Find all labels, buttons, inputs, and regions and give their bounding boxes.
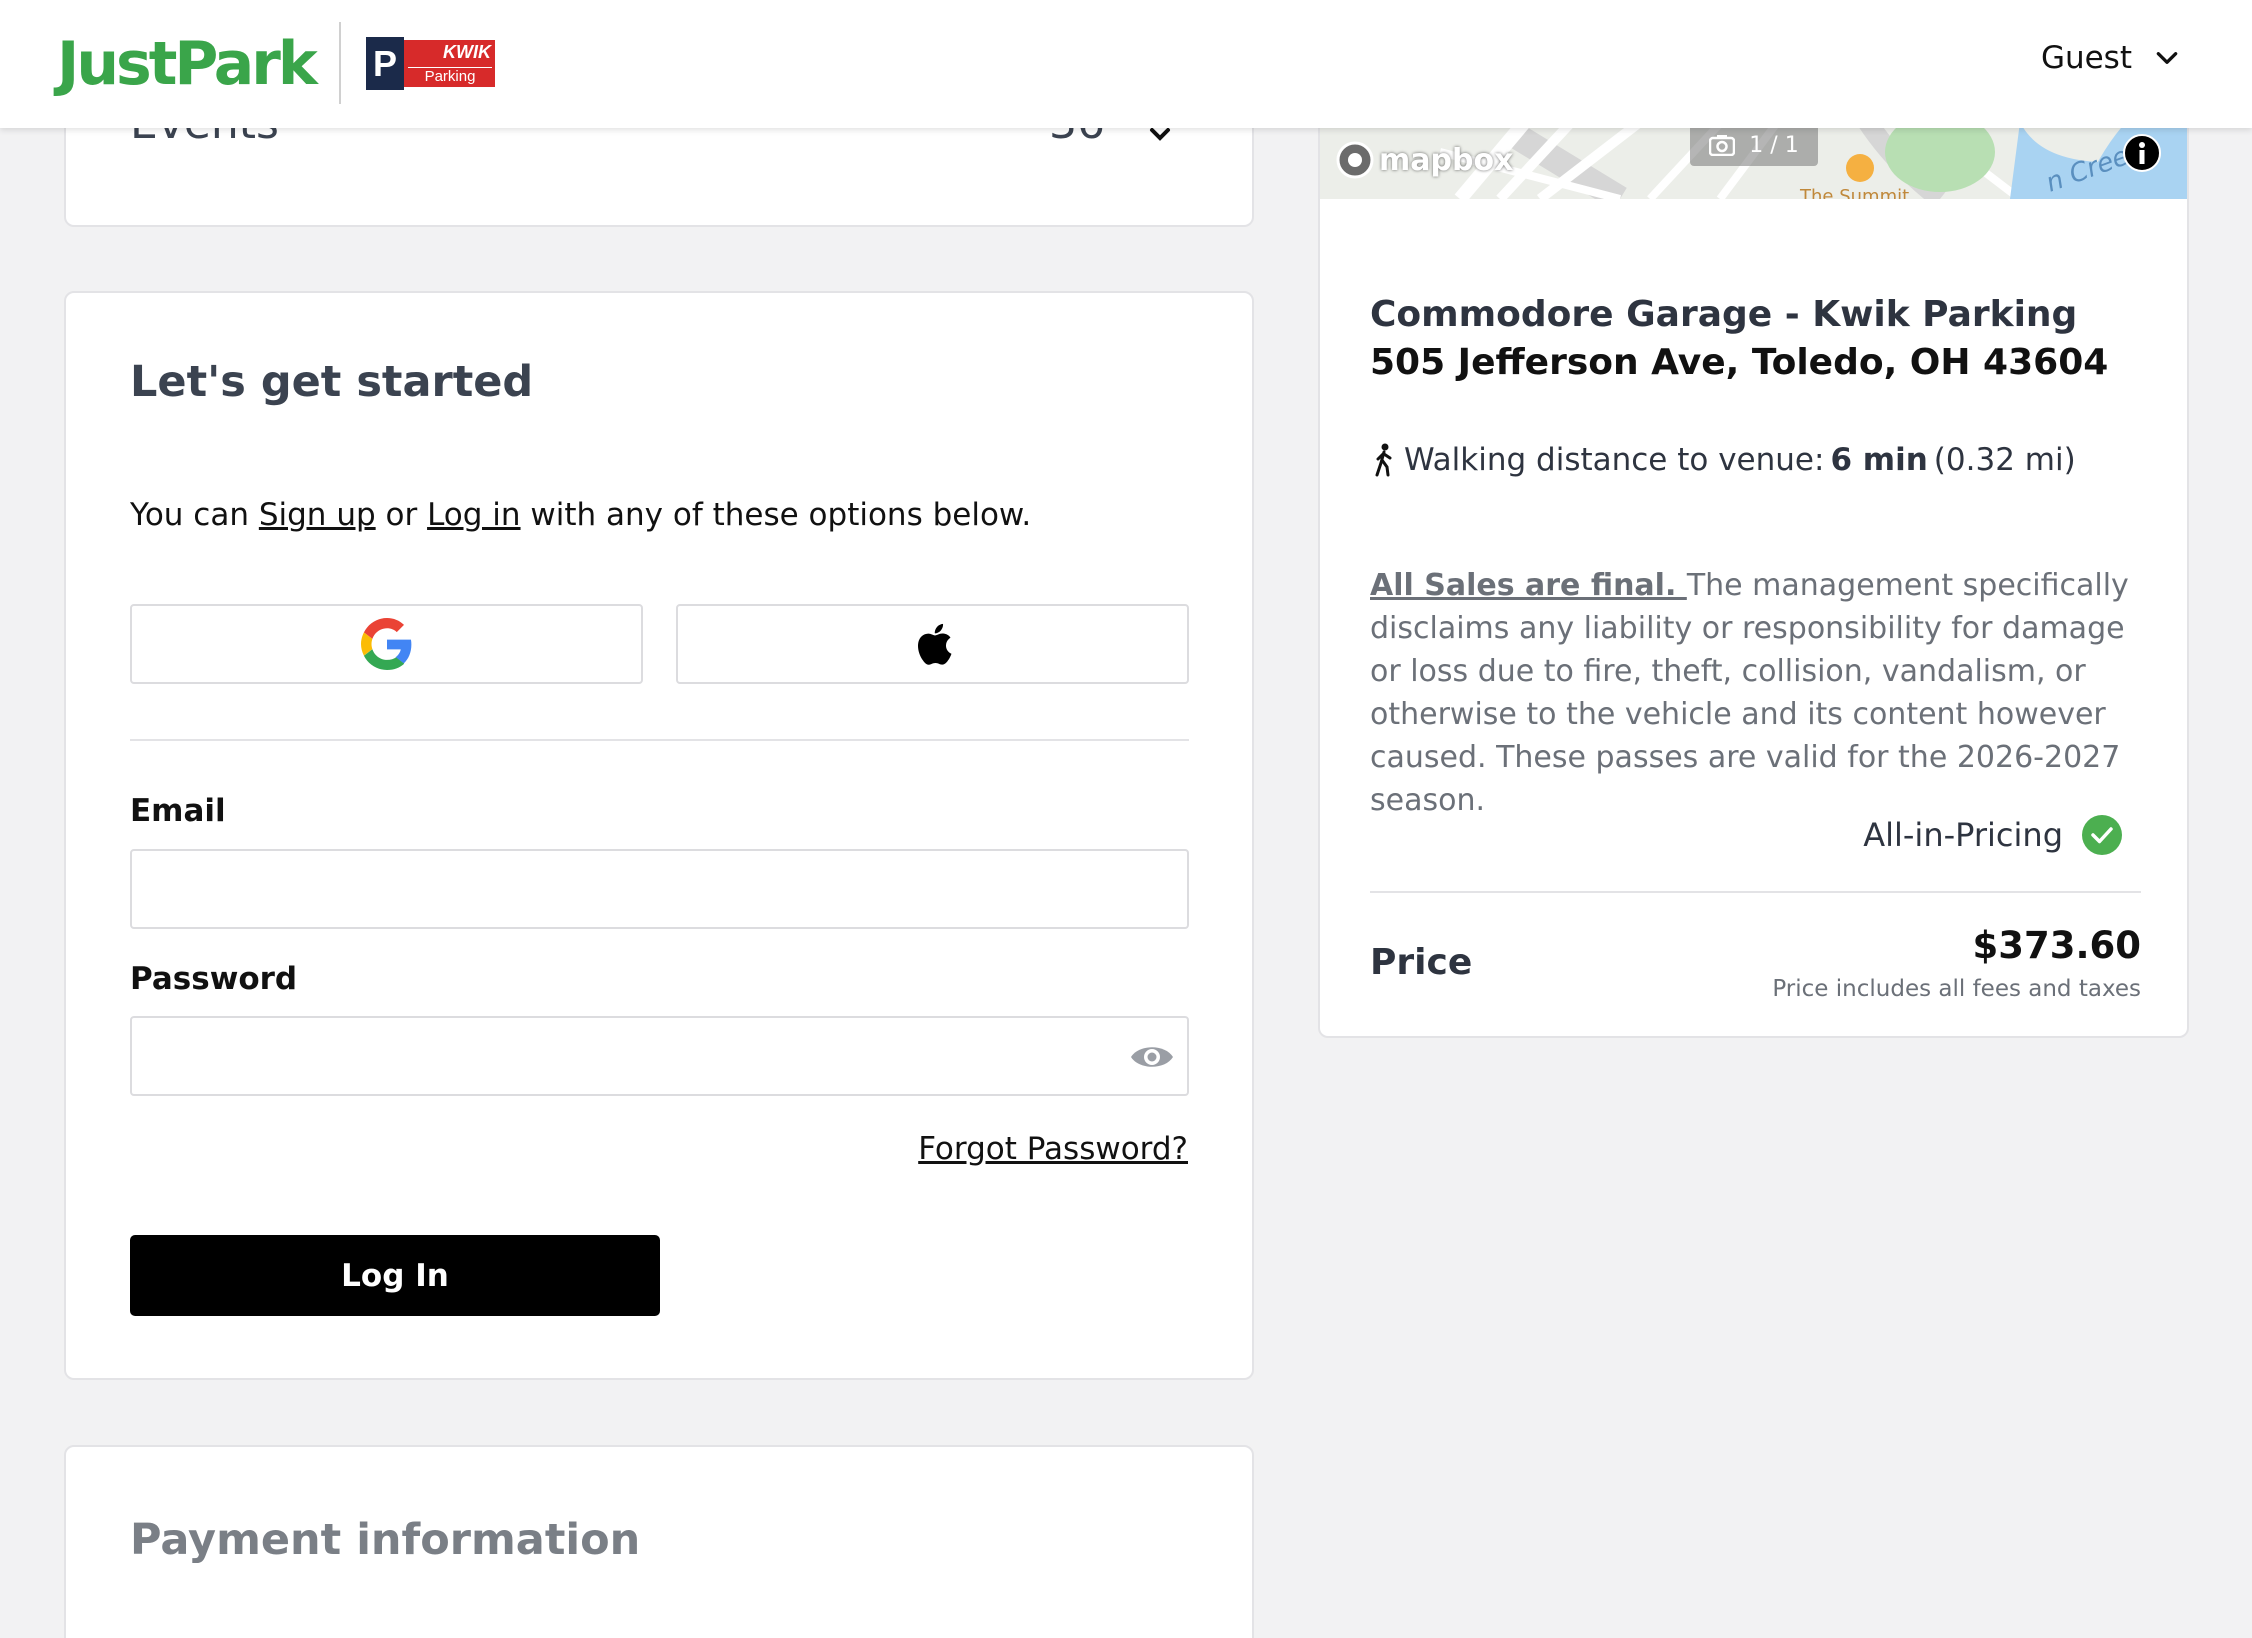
walking-distance: Walking distance to venue: 6 min (0.32 m… <box>1370 442 2076 478</box>
google-login-button[interactable] <box>130 604 643 684</box>
section-divider <box>130 739 1189 741</box>
apple-icon <box>917 623 951 665</box>
apple-login-button[interactable] <box>676 604 1189 684</box>
info-icon[interactable] <box>2123 134 2161 172</box>
garage-address: 505 Jefferson Ave, Toledo, OH 43604 <box>1370 342 2109 383</box>
camera-icon <box>1709 135 1736 156</box>
payment-card: Payment information <box>64 1445 1254 1638</box>
signup-link[interactable]: Sign up <box>259 497 376 533</box>
price-divider <box>1370 891 2141 893</box>
garage-name: Commodore Garage - Kwik Parking <box>1370 294 2078 335</box>
kwik-parking-logo: P KWIK Parking <box>366 37 498 90</box>
mapbox-icon <box>1336 141 1374 179</box>
eye-icon[interactable] <box>1129 1040 1175 1074</box>
mapbox-attribution[interactable]: mapbox <box>1335 140 1513 180</box>
all-in-pricing-label: All-in-Pricing <box>1863 816 2063 854</box>
login-title: Let's get started <box>130 357 534 407</box>
guest-label: Guest <box>2040 40 2132 76</box>
justpark-logo[interactable]: JustPark <box>57 26 318 102</box>
disclaimer-link[interactable]: All Sales are final. <box>1370 568 1687 603</box>
login-subtitle-rest: with any of these options below. <box>520 497 1032 533</box>
listing-card: n Creek The Summit 1 / 1 mapbox Commodor… <box>1318 60 2189 1038</box>
login-subtitle: You can Sign up or Log in with any of th… <box>130 497 1031 533</box>
kwik-logo-p: P <box>366 37 404 90</box>
logo-divider <box>339 22 341 104</box>
price-note: Price includes all fees and taxes <box>1772 976 2141 1002</box>
kwik-logo-top: KWIK <box>443 42 491 62</box>
check-circle-icon <box>2082 815 2122 855</box>
photo-counter-text: 1 / 1 <box>1749 132 1799 158</box>
chevron-down-icon <box>2156 52 2178 64</box>
top-header: JustPark P KWIK Parking Guest <box>0 0 2252 128</box>
price-value: $373.60 <box>1972 924 2141 967</box>
login-subtitle-text: You can <box>130 497 259 533</box>
sales-disclaimer: All Sales are final. The management spec… <box>1370 564 2160 822</box>
photo-counter[interactable]: 1 / 1 <box>1690 124 1818 166</box>
walking-label: Walking distance to venue: <box>1404 442 1825 478</box>
login-subtitle-or: or <box>375 497 428 533</box>
disclaimer-text: The management specifically disclaims an… <box>1370 568 2129 818</box>
all-in-pricing: All-in-Pricing <box>1863 814 2123 856</box>
login-card: Let's get started You can Sign up or Log… <box>64 291 1254 1380</box>
kwik-logo-bottom: Parking <box>408 67 492 85</box>
google-icon <box>360 618 411 670</box>
forgot-password-link[interactable]: Forgot Password? <box>918 1131 1188 1167</box>
password-label: Password <box>130 961 298 997</box>
mapbox-label: mapbox <box>1379 142 1514 178</box>
guest-menu[interactable]: Guest <box>2041 40 2180 76</box>
login-link[interactable]: Log in <box>427 497 520 533</box>
walking-miles: (0.32 mi) <box>1933 442 2076 478</box>
walking-time: 6 min <box>1830 442 1928 478</box>
svg-text:The Summit: The Summit <box>1799 186 1909 199</box>
kwik-logo-badge: KWIK Parking <box>404 37 498 90</box>
price-label: Price <box>1370 942 1473 983</box>
password-field[interactable] <box>130 1016 1189 1096</box>
walking-person-icon <box>1375 443 1392 477</box>
login-button[interactable]: Log In <box>130 1235 660 1316</box>
email-label: Email <box>130 793 226 829</box>
payment-title: Payment information <box>130 1515 641 1565</box>
email-field[interactable] <box>130 849 1189 929</box>
